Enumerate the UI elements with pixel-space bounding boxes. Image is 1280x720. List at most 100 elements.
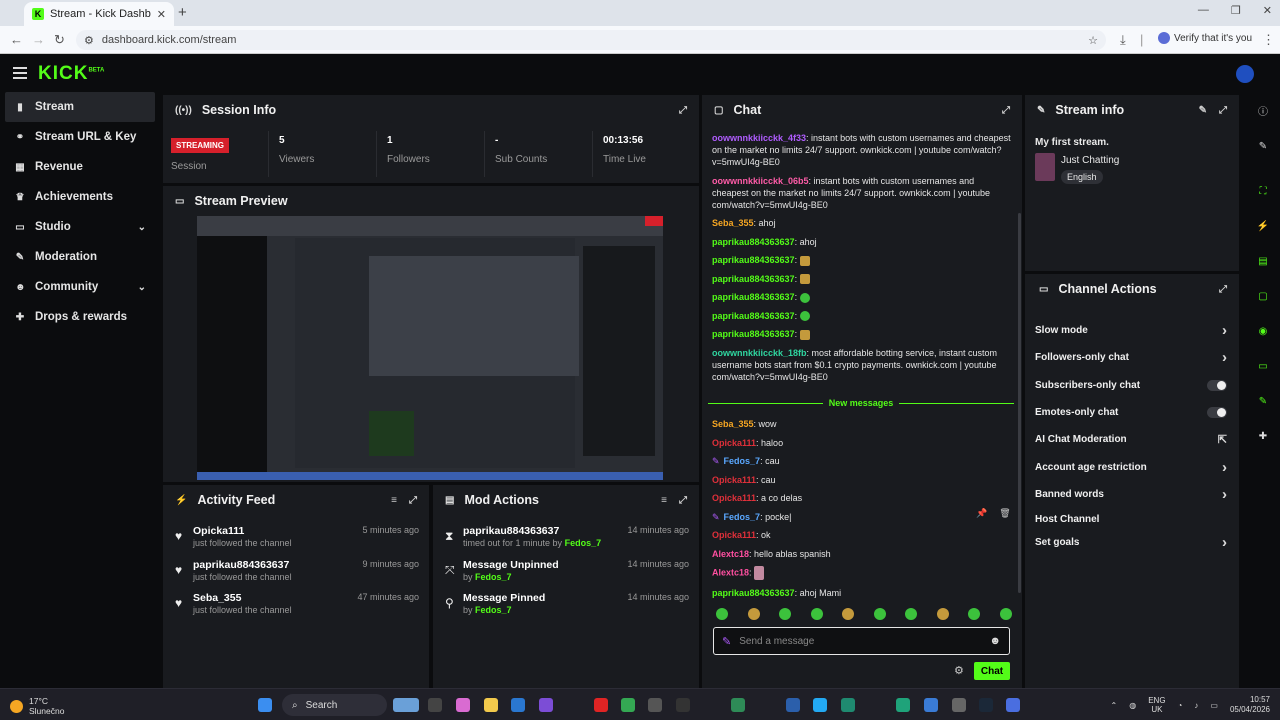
emote-icon[interactable] — [747, 608, 760, 620]
chat-username[interactable]: paprikau884363637 — [712, 292, 795, 302]
edit-icon[interactable]: ✎ — [1253, 136, 1273, 156]
app-icon[interactable] — [952, 698, 966, 712]
chrome-active-icon[interactable] — [924, 698, 938, 712]
chevron-right-icon[interactable]: › — [1222, 322, 1227, 339]
verify-profile-button[interactable]: Verify that it's you — [1158, 32, 1252, 44]
emoji-icon[interactable]: ☻ — [989, 635, 1001, 647]
store-icon[interactable] — [511, 698, 525, 712]
chevron-down-icon[interactable]: ⌄ — [138, 222, 146, 233]
activity-user[interactable]: paprikau884363637 — [193, 559, 289, 571]
emote-icon[interactable] — [936, 608, 949, 620]
back-icon[interactable]: ← — [10, 32, 23, 47]
app-icon[interactable] — [676, 698, 690, 712]
windows-start-icon[interactable] — [258, 698, 272, 712]
broadcast-icon[interactable]: ◉ — [1253, 321, 1273, 341]
channel-action-host-channel[interactable]: Host Channel — [1035, 509, 1227, 529]
chat-username[interactable]: Seba_355 — [712, 419, 754, 429]
chat-username[interactable]: Opicka111 — [712, 530, 756, 540]
sidebar-item-revenue[interactable]: ▦ Revenue — [0, 152, 160, 182]
monitor-icon[interactable]: ▭ — [1253, 356, 1273, 376]
chat-username[interactable]: paprikau884363637 — [712, 255, 795, 265]
chat-username[interactable]: paprikau884363637 — [712, 237, 795, 247]
new-tab-icon[interactable]: + — [178, 4, 187, 21]
expand-icon[interactable]: ⤢ — [409, 495, 417, 506]
edge-icon[interactable] — [896, 698, 910, 712]
minimize-icon[interactable]: — — [1198, 4, 1209, 17]
chat-message[interactable]: ✎ Fedos_7: pocke| — [712, 511, 1012, 523]
chat-username[interactable]: Opicka111 — [712, 475, 756, 485]
user-avatar[interactable] — [1236, 65, 1254, 83]
chat-scrollbar[interactable] — [1018, 213, 1021, 593]
chat-username[interactable]: Alextc18 — [712, 567, 749, 577]
vscode-icon[interactable] — [813, 698, 827, 712]
document-icon[interactable]: ▤ — [1253, 251, 1273, 271]
reload-icon[interactable]: ↻ — [54, 32, 65, 48]
pin-icon[interactable]: 📌 — [976, 508, 987, 519]
maximize-icon[interactable]: ❐ — [1231, 4, 1241, 17]
activity-user[interactable]: Seba_355 — [193, 592, 241, 604]
chat-message[interactable]: Opicka111: cau — [712, 474, 1012, 486]
channel-action-emotes-only-chat[interactable]: Emotes-only chat — [1035, 402, 1227, 422]
emote-icon[interactable] — [842, 608, 855, 620]
sidebar-item-studio[interactable]: ▭ Studio ⌄ — [0, 212, 160, 242]
chat-username[interactable]: oowwnnkkiicckk_06b5 — [712, 176, 809, 186]
chat-username[interactable]: paprikau884363637 — [712, 329, 795, 339]
chat-message[interactable]: oowwnnkkiicckk_06b5: instant bots with c… — [712, 175, 1012, 211]
sidebar-item-stream[interactable]: ▮ Stream — [5, 92, 155, 122]
chat-message[interactable]: Opicka111: haloo — [712, 437, 1012, 449]
sidebar-item-achievements[interactable]: ♛ Achievements — [0, 182, 160, 212]
mod-action-title[interactable]: paprikau884363637 — [463, 525, 559, 537]
download-icon[interactable]: ⤓ — [1120, 32, 1126, 48]
chat-message[interactable]: oowwnnkkiicckk_18fb: most affordable bot… — [712, 347, 1012, 383]
bookmark-star-icon[interactable]: ☆ — [1088, 34, 1098, 47]
site-info-icon[interactable]: ⚙ — [84, 34, 94, 47]
edit-pencil-icon[interactable]: ✎ — [1199, 105, 1207, 116]
toggle-switch[interactable] — [1207, 406, 1227, 418]
chevron-right-icon[interactable]: › — [1222, 534, 1227, 551]
browser-tab[interactable]: K Stream - Kick Dashboard ✕ — [24, 2, 174, 26]
taskbar-search[interactable]: ⌕ Search — [282, 694, 387, 716]
app-icon[interactable] — [1006, 698, 1020, 712]
task-view-icon[interactable] — [428, 698, 442, 712]
chevron-right-icon[interactable]: › — [1222, 486, 1227, 503]
sidebar-item-community[interactable]: ☻ Community ⌄ — [0, 272, 160, 302]
chevron-right-icon[interactable]: › — [1222, 349, 1227, 366]
file-explorer-icon[interactable] — [484, 698, 498, 712]
chat-username[interactable]: oowwnnkkiicckk_4f33 — [712, 133, 806, 143]
focus-icon[interactable]: ⛶ — [1253, 181, 1273, 201]
stream-preview-video[interactable] — [197, 216, 663, 480]
chevron-down-icon[interactable]: ⌄ — [138, 282, 146, 293]
chevron-right-icon[interactable]: › — [1222, 459, 1227, 476]
url-field[interactable]: ⚙ dashboard.kick.com/stream ☆ — [76, 30, 1106, 50]
info-icon[interactable]: ⓘ — [1253, 100, 1273, 120]
language-indicator[interactable]: ENG UK — [1148, 696, 1165, 714]
new-messages-divider[interactable]: New messages — [708, 398, 1014, 408]
app-icon[interactable] — [731, 698, 745, 712]
mod-action-moderator[interactable]: Fedos_7 — [565, 538, 602, 548]
add-widget-icon[interactable]: ✚ — [1253, 426, 1273, 446]
sidebar-item-drops-rewards[interactable]: ✚ Drops & rewards — [0, 302, 160, 332]
chat-send-button[interactable]: Chat — [974, 662, 1010, 680]
weather-widget[interactable]: 17°C Slunečno — [10, 696, 64, 716]
chat-message[interactable]: paprikau884363637: — [712, 328, 1012, 340]
activity-user[interactable]: Opicka111 — [193, 525, 244, 537]
youtube-icon[interactable] — [594, 698, 608, 712]
sidebar-item-stream-url-key[interactable]: ⚭ Stream URL & Key — [0, 122, 160, 152]
chat-username[interactable]: Fedos_7 — [724, 512, 761, 522]
channel-action-banned-words[interactable]: Banned words › — [1035, 484, 1227, 504]
close-window-icon[interactable]: ✕ — [1263, 4, 1272, 17]
channel-action-followers-only-chat[interactable]: Followers-only chat › — [1035, 347, 1227, 367]
close-tab-icon[interactable]: ✕ — [157, 8, 166, 21]
chat-message[interactable]: Alextc18: — [712, 566, 1012, 580]
chat-message[interactable]: oowwnnkkiicckk_4f33: instant bots with c… — [712, 132, 1012, 168]
expand-icon[interactable]: ⤢ — [1219, 284, 1227, 295]
chat-input[interactable]: ✎ Send a message ☻ — [713, 627, 1010, 655]
chat-message[interactable]: paprikau884363637: — [712, 273, 1012, 285]
widget-image-icon[interactable] — [393, 698, 419, 712]
chat-username[interactable]: oowwnnkkiicckk_18fb — [712, 348, 807, 358]
chat-username[interactable]: paprikau884363637 — [712, 274, 795, 284]
chat-username[interactable]: Fedos_7 — [724, 456, 761, 466]
mod-action-moderator[interactable]: Fedos_7 — [475, 605, 512, 615]
channel-action-slow-mode[interactable]: Slow mode › — [1035, 320, 1227, 340]
tray-chevron-icon[interactable]: ⌃ — [1111, 701, 1118, 710]
